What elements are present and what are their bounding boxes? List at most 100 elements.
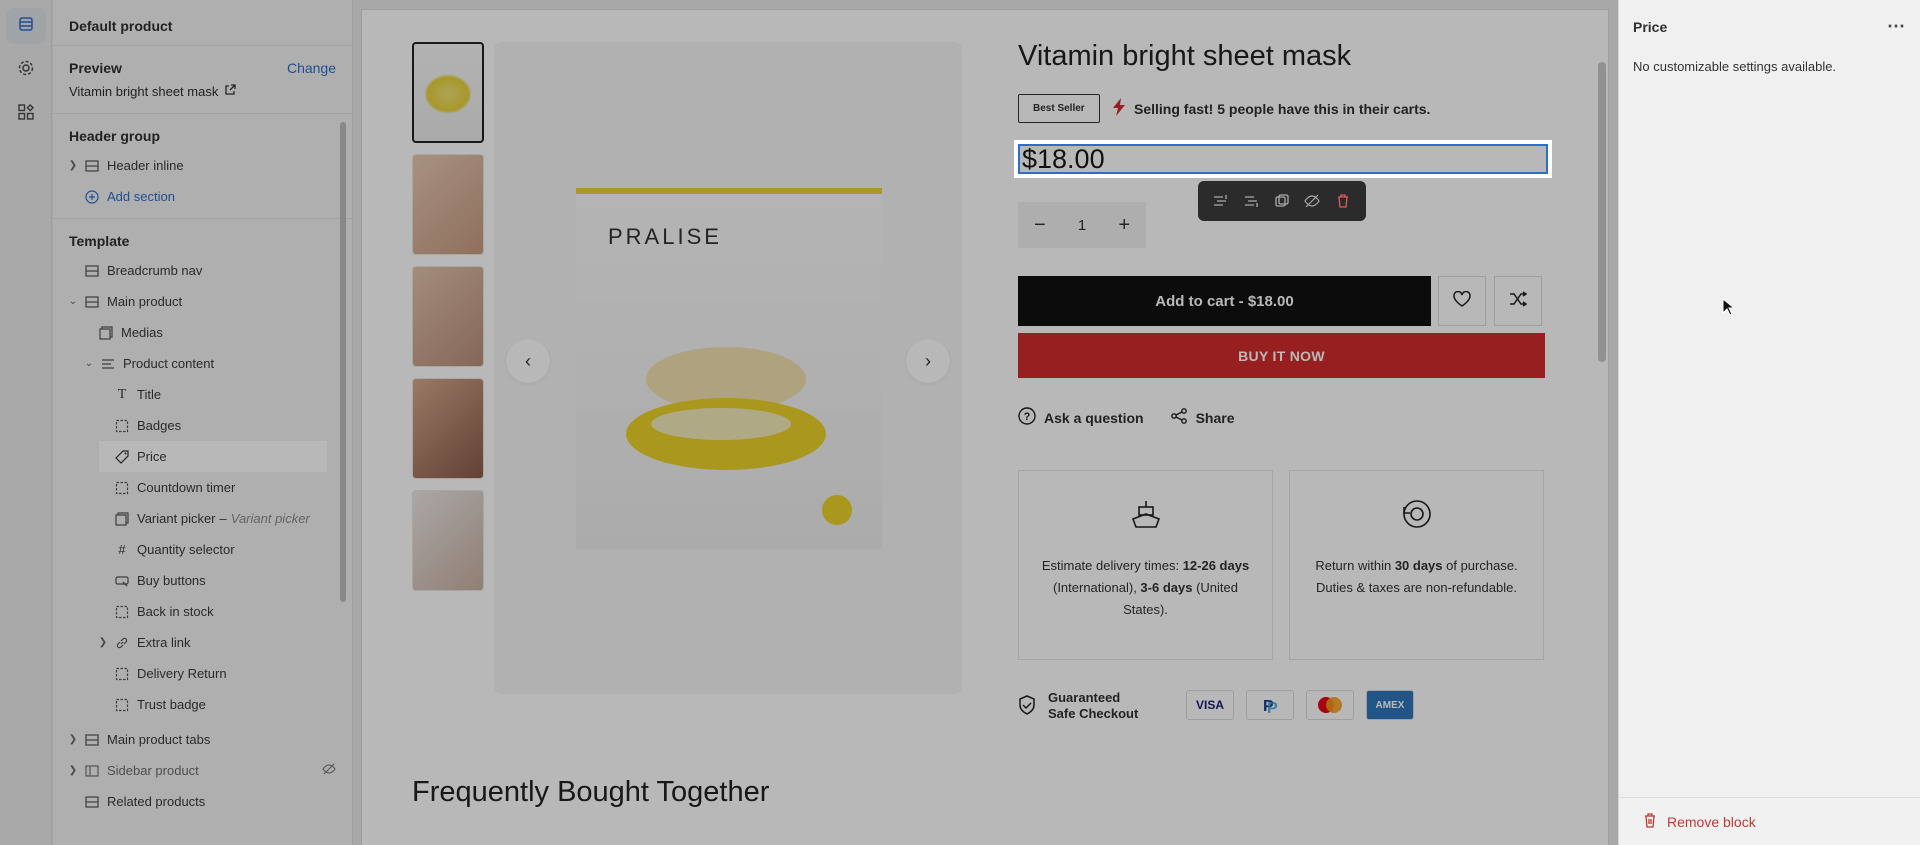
buy-it-now-button[interactable]: BUY IT NOW [1018, 333, 1545, 378]
compare-button[interactable] [1494, 276, 1542, 326]
ask-question-link[interactable]: ? Ask a question [1018, 407, 1144, 428]
section-label: Main product tabs [107, 732, 211, 747]
chevron-right-icon[interactable]: ❯ [67, 160, 79, 171]
chevron-right-icon[interactable]: ❯ [67, 734, 79, 745]
canvas-scrollbar[interactable] [1598, 62, 1606, 362]
theme-settings-button[interactable] [6, 52, 46, 88]
external-link-icon[interactable] [224, 84, 236, 99]
ask-question-label: Ask a question [1044, 409, 1144, 426]
mask-illustration [626, 347, 826, 470]
chevron-right-icon[interactable]: ❯ [97, 637, 109, 648]
plus-circle-icon [85, 189, 99, 204]
section-icon [85, 264, 99, 278]
block-variant-picker[interactable]: Variant picker – Variant picker [53, 503, 352, 534]
sidebar-scrollbar[interactable] [340, 122, 346, 602]
block-label: Countdown timer [137, 480, 236, 495]
thumbnail[interactable] [412, 154, 484, 255]
add-to-cart-price: $18.00 [1247, 292, 1294, 310]
chevron-left-icon: ‹ [525, 350, 531, 371]
buy-icon [115, 574, 129, 588]
delivery-international-days: 12-26 days [1182, 558, 1250, 573]
more-options-icon[interactable]: ⋯ [1887, 16, 1906, 37]
sidebar-layout-icon [85, 764, 99, 778]
section-related-products[interactable]: Related products [53, 786, 352, 817]
section-main-product-tabs[interactable]: ❯ Main product tabs [53, 724, 352, 755]
amex-icon: AMEX [1366, 690, 1414, 720]
remove-block-button[interactable]: Remove block [1619, 797, 1920, 845]
section-breadcrumb-nav[interactable]: Breadcrumb nav [53, 255, 352, 286]
block-label: Variant picker [137, 511, 216, 526]
chevron-right-icon[interactable]: ❯ [67, 765, 79, 776]
add-to-cart-button[interactable]: Add to cart - $18.00 [1018, 276, 1431, 326]
product-title: Vitamin bright sheet mask [1018, 40, 1352, 72]
change-preview-link[interactable]: Change [287, 60, 336, 76]
block-medias[interactable]: Medias [53, 317, 352, 348]
section-label: Header inline [107, 158, 184, 173]
lightning-icon [1112, 98, 1126, 119]
safe-checkout: Guaranteed Safe Checkout [1018, 690, 1148, 722]
text-lines-icon [101, 357, 115, 371]
section-label: Breadcrumb nav [107, 263, 203, 278]
add-section-label: Add section [107, 189, 175, 204]
block-buy-buttons[interactable]: Buy buttons [53, 565, 352, 596]
sections-button[interactable] [6, 8, 46, 44]
block-extra-link[interactable]: ❯ Extra link [53, 627, 352, 658]
block-label: Quantity selector [137, 542, 235, 557]
thumbnail[interactable] [412, 378, 484, 479]
svg-text:?: ? [1024, 411, 1031, 423]
returns-days: 30 days [1394, 558, 1443, 573]
urgency-text: Selling fast! 5 people have this in thei… [1134, 100, 1431, 117]
block-countdown-timer[interactable]: Countdown timer [53, 472, 352, 503]
section-label: Sidebar product [107, 763, 199, 778]
template-group-title: Template [69, 233, 130, 249]
thumbnail[interactable] [412, 490, 484, 591]
block-back-in-stock[interactable]: Back in stock [53, 596, 352, 627]
block-product-content[interactable]: ⌄ Product content [53, 348, 352, 379]
block-label: Back in stock [137, 604, 214, 619]
section-sidebar-product[interactable]: ❯ Sidebar product [53, 755, 352, 786]
media-icon [99, 325, 113, 340]
share-link[interactable]: Share [1170, 407, 1235, 428]
add-to-cart-label: Add to cart [1155, 292, 1235, 310]
section-main-product[interactable]: ⌄ Main product [53, 286, 352, 317]
section-tree-sidebar: Default product Preview Change Vitamin b… [53, 0, 353, 845]
add-section-button[interactable]: Add section [53, 181, 352, 212]
block-quantity-selector[interactable]: # Quantity selector [53, 534, 352, 565]
chevron-down-icon[interactable]: ⌄ [83, 358, 95, 369]
block-icon [115, 698, 129, 712]
block-trust-badge[interactable]: Trust badge [53, 689, 352, 720]
icon-rail [0, 0, 52, 845]
delivery-text-pre: Estimate delivery times: [1041, 558, 1183, 573]
block-price[interactable]: Price [99, 441, 327, 472]
link-icon [115, 636, 129, 650]
quantity-stepper: − 1 + [1018, 202, 1146, 248]
delivery-us-days: 3-6 days [1140, 580, 1193, 595]
block-icon [115, 605, 129, 619]
paypal-icon: PP [1246, 690, 1294, 720]
question-icon: ? [1018, 407, 1036, 428]
increase-quantity-button[interactable]: + [1118, 214, 1130, 237]
thumbnail[interactable] [412, 42, 484, 143]
quantity-value[interactable]: 1 [1078, 217, 1086, 234]
block-label: Medias [121, 325, 163, 340]
block-icon [115, 481, 129, 495]
previous-image-button[interactable]: ‹ [506, 339, 550, 383]
preview-canvas: ‹ › PRALISE Vitamin bright sheet mask Be… [362, 10, 1608, 845]
shield-check-icon [1018, 694, 1036, 718]
next-image-button[interactable]: › [906, 339, 950, 383]
hidden-eye-icon[interactable] [322, 762, 336, 779]
section-header-inline[interactable]: ❯ Header inline [53, 150, 352, 181]
block-title[interactable]: T Title [53, 379, 352, 410]
decrease-quantity-button[interactable]: − [1034, 214, 1046, 237]
best-seller-badge: Best Seller [1018, 94, 1100, 123]
section-icon [85, 795, 99, 809]
block-delivery-return[interactable]: Delivery Return [53, 658, 352, 689]
chevron-down-icon[interactable]: ⌄ [67, 296, 79, 307]
shuffle-icon [1509, 290, 1528, 312]
block-badges[interactable]: Badges [53, 410, 352, 441]
apps-button[interactable] [6, 96, 46, 132]
apps-icon [17, 103, 35, 126]
block-label: Badges [137, 418, 182, 433]
wishlist-button[interactable] [1438, 276, 1486, 326]
thumbnail[interactable] [412, 266, 484, 367]
